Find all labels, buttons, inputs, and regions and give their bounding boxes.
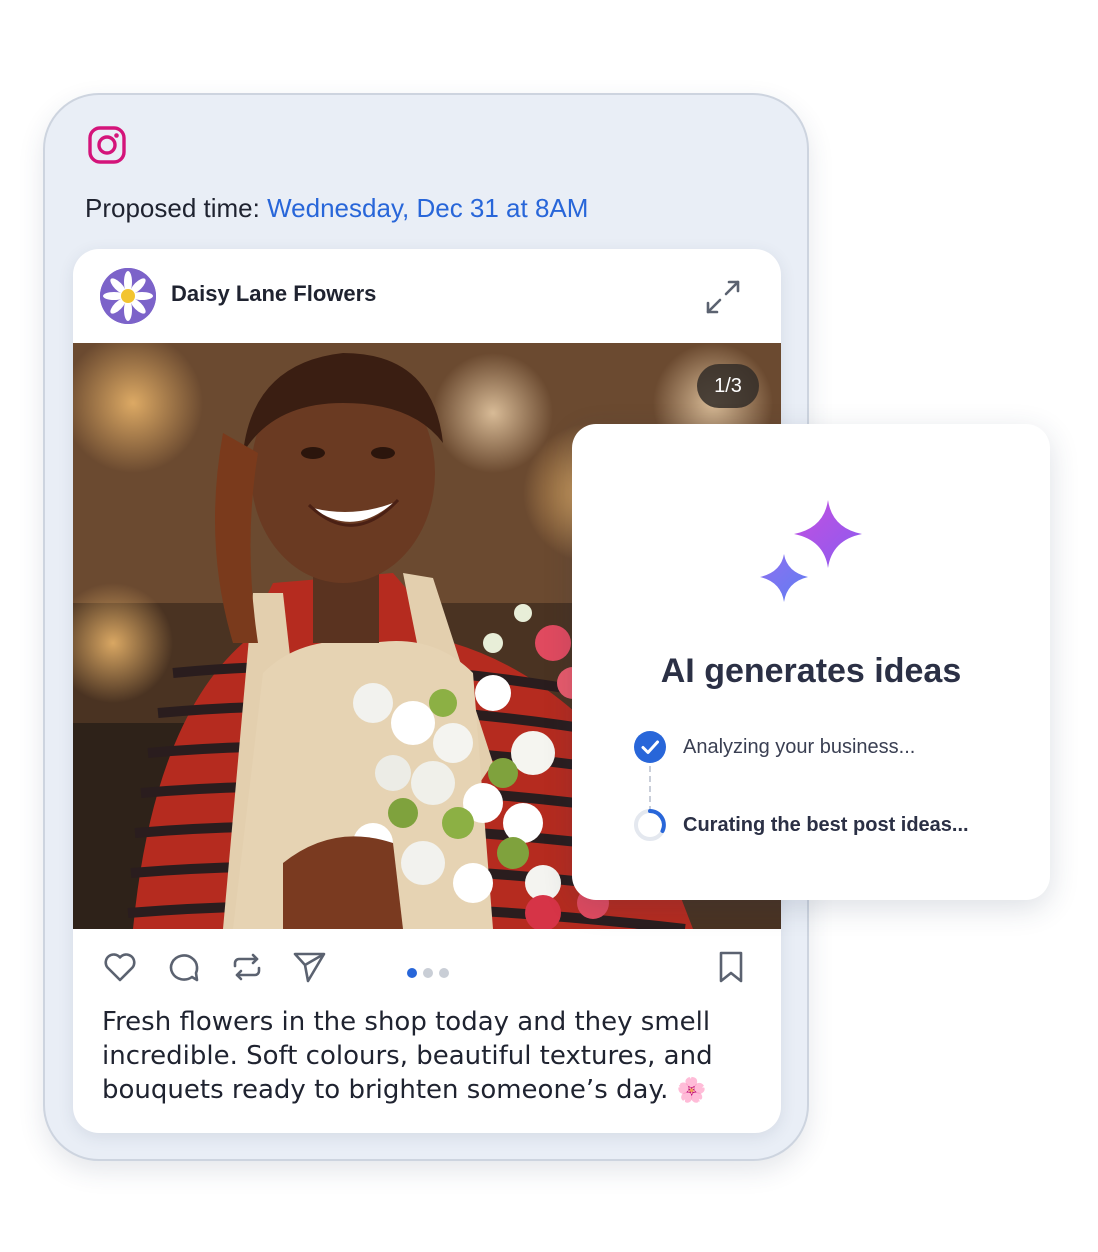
- carousel-dots: [407, 963, 455, 978]
- post-caption: Fresh flowers in the shop today and they…: [102, 1005, 752, 1107]
- instagram-icon: [88, 126, 126, 164]
- comment-icon[interactable]: [166, 949, 202, 985]
- daisy-avatar-image: [100, 268, 156, 324]
- profile-name: Daisy Lane Flowers: [171, 281, 377, 306]
- avatar: [100, 268, 156, 324]
- ai-panel-title: AI generates ideas: [660, 652, 962, 690]
- proposed-time-value[interactable]: Wednesday, Dec 31 at 8AM: [267, 193, 588, 223]
- ai-ideas-panel: AI generates ideas Analyzing your busine…: [572, 424, 1050, 900]
- step-connector: [649, 766, 651, 812]
- post-actions-bar: [73, 929, 781, 1003]
- post-header: Daisy Lane Flowers: [73, 249, 781, 343]
- carousel-dot[interactable]: [439, 968, 449, 978]
- check-circle-icon: [634, 731, 666, 763]
- send-icon[interactable]: [291, 949, 327, 985]
- proposed-time-row: Proposed time: Wednesday, Dec 31 at 8AM: [85, 191, 588, 225]
- image-counter: 1/3: [697, 364, 759, 408]
- bookmark-icon[interactable]: [713, 949, 749, 985]
- heart-icon[interactable]: [102, 949, 138, 985]
- carousel-dot[interactable]: [423, 968, 433, 978]
- loading-spinner-icon: [634, 809, 666, 841]
- repost-icon[interactable]: [229, 949, 265, 985]
- expand-icon[interactable]: [703, 277, 743, 317]
- step-curating: Curating the best post ideas...: [683, 814, 969, 836]
- proposed-time-label: Proposed time:: [85, 193, 260, 223]
- step-analyzing: Analyzing your business...: [683, 736, 916, 758]
- sparkle-icon: [760, 500, 862, 602]
- flower-emoji: 🌸: [676, 1076, 707, 1104]
- carousel-dot-active[interactable]: [407, 968, 417, 978]
- caption-text: Fresh flowers in the shop today and they…: [102, 1007, 713, 1105]
